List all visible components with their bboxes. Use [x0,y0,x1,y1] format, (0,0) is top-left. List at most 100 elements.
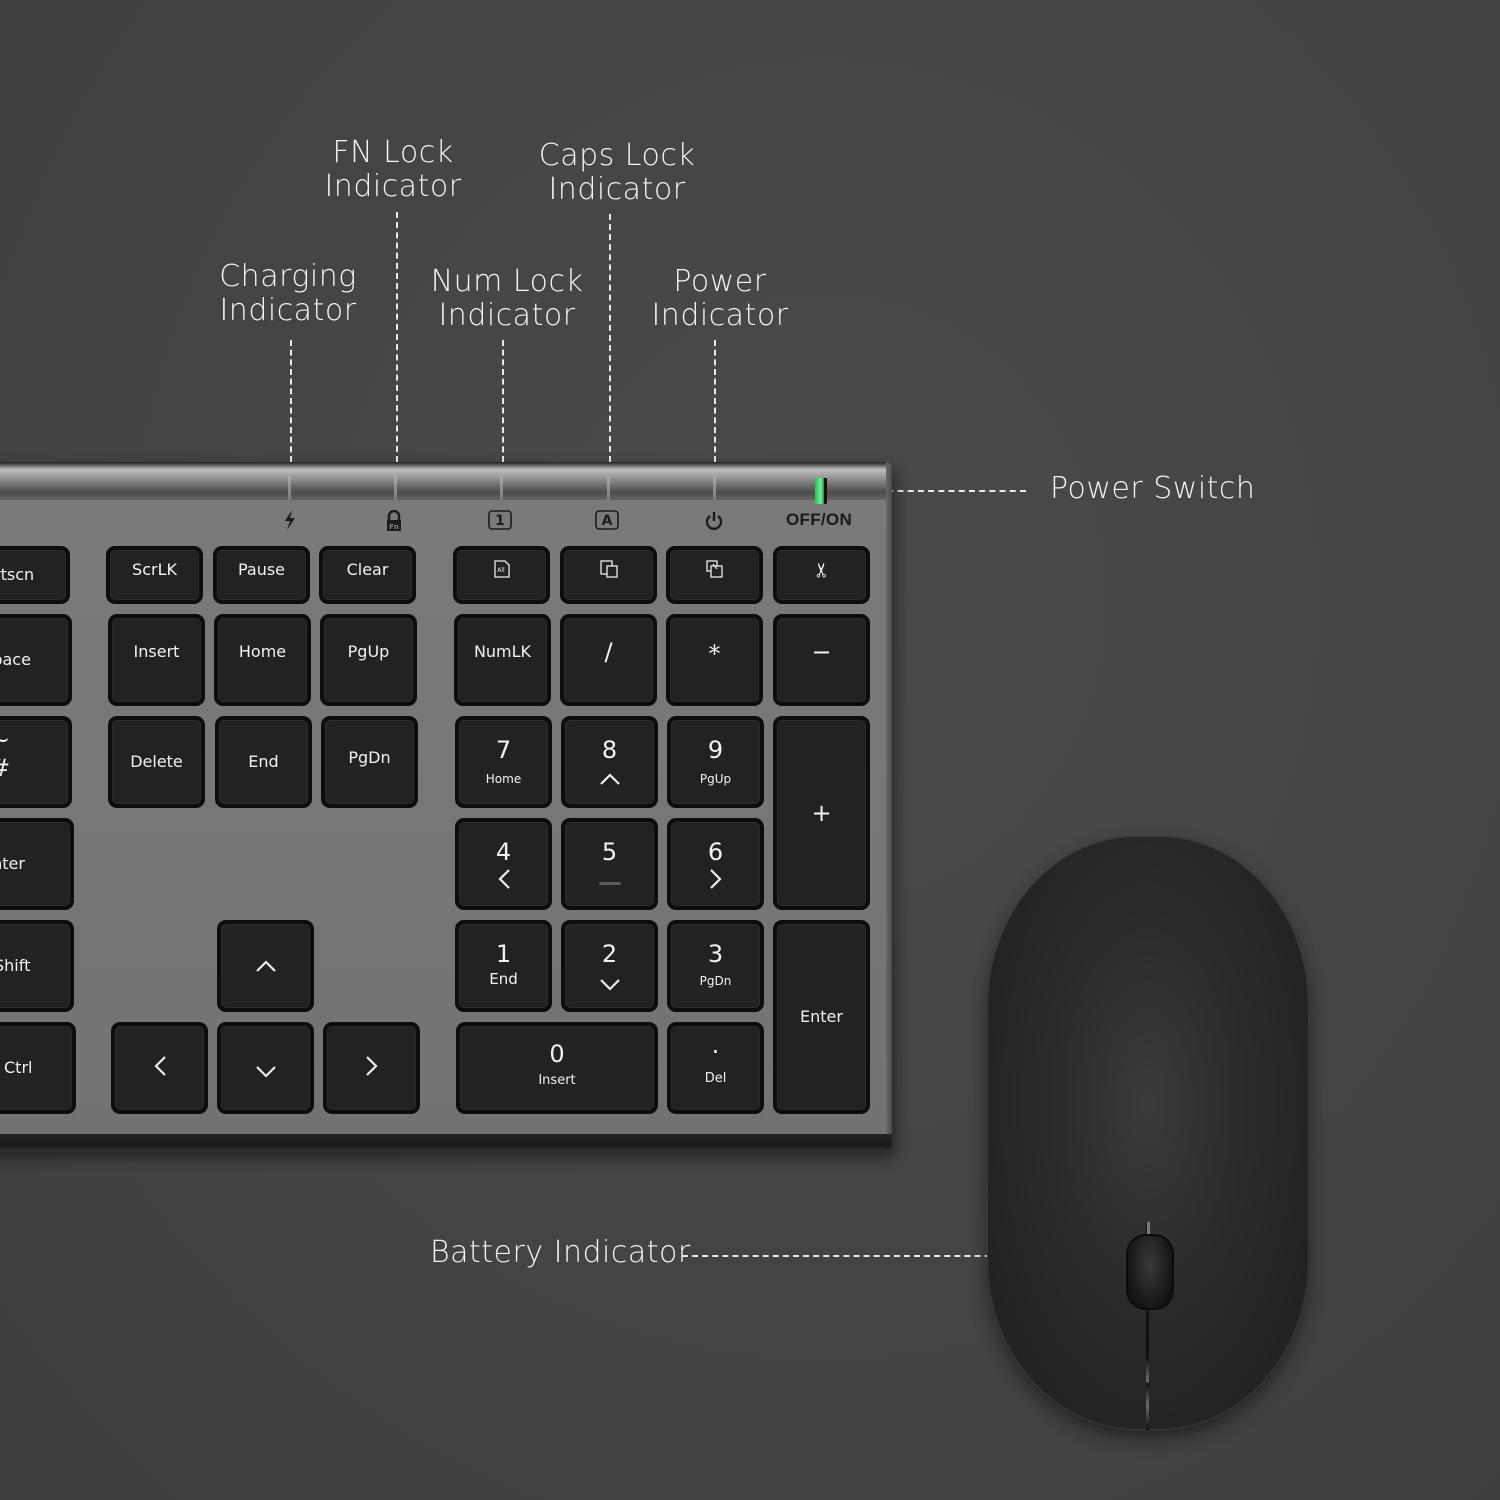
svg-text:Fn: Fn [389,523,399,531]
key-prtscn[interactable]: rtscn [0,546,70,604]
key-numpad-3-label: 3 [707,940,724,968]
key-numpad-2-label: 2 [601,940,618,968]
key-multiply[interactable]: * [666,614,763,706]
key-shift-label: Shift [0,956,31,975]
key-pause[interactable]: Pause [213,546,310,604]
arrow-down-icon [599,976,621,995]
power-switch-label: OFF/ON [786,510,853,529]
svg-text:1: 1 [495,513,505,529]
key-numpad-9-label: 9 [707,736,724,764]
power-leader-line [714,340,716,462]
power-switch[interactable] [815,478,827,504]
key-scrlk[interactable]: ScrLK [106,546,203,604]
key-ctrl[interactable]: Ctrl [0,1022,76,1114]
key-arrow-right[interactable] [323,1022,420,1114]
charging-icon [278,510,302,534]
key-divide-label: / [604,638,613,666]
fn-lock-led [394,476,397,502]
key-numpad-6[interactable]: 6 [667,818,764,910]
fn-lock-callout-line1: FN Lock [332,135,454,170]
paste-icon [705,560,724,582]
key-hash-bottom-label: # [0,754,10,782]
key-numpad-6-label: 6 [707,838,724,866]
key-numlk-label: NumLK [473,642,532,661]
key-clear-label: Clear [346,560,389,579]
charging-callout-line1: Charging [219,259,357,294]
svg-text:A: A [602,513,613,529]
caps-lock-led [607,476,610,502]
key-arrow-down[interactable] [217,1022,314,1114]
num-lock-leader-line [502,340,504,462]
select-all-icon: All [493,560,510,582]
num-lock-callout-line2: Indicator [438,298,576,333]
key-numpad-2[interactable]: 2 [561,920,658,1012]
charging-led [288,476,291,502]
key-pgup-label: PgUp [347,642,390,661]
keyboard-bottom-rim [0,1134,892,1152]
key-pgdn-label: PgDn [348,748,391,767]
key-arrow-left[interactable] [111,1022,208,1114]
key-pgup[interactable]: PgUp [320,614,417,706]
key-numlk[interactable]: NumLK [454,614,551,706]
key-numpad-1[interactable]: 1 End [455,920,552,1012]
key-minus[interactable]: − [773,614,870,706]
key-numpad-0[interactable]: 0 Insert [456,1022,658,1114]
key-prtscn-label: rtscn [0,565,35,584]
key-numpad-8[interactable]: 8 [561,716,658,808]
arrow-left-icon [497,868,511,894]
key-enter-label: Enter [0,854,25,873]
scroll-wheel[interactable] [1128,1236,1172,1308]
arrow-right-key-icon [365,1055,379,1081]
power-icon [702,510,726,534]
key-multiply-label: * [708,640,721,668]
key-end[interactable]: End [215,716,312,808]
key-paste[interactable] [666,546,763,604]
arrow-up-key-icon [255,957,277,976]
key-pgdn[interactable]: PgDn [321,716,418,808]
key-numpad-1-sub: End [489,970,518,988]
key-numpad-9-sub: PgUp [699,772,732,786]
caps-lock-icon: A [595,510,619,534]
key-home[interactable]: Home [214,614,311,706]
key-numpad-7[interactable]: 7 Home [455,716,552,808]
charging-callout: Charging Indicator [208,260,368,328]
key-numpad-dot[interactable]: · Del [667,1022,764,1114]
key-clear[interactable]: Clear [319,546,416,604]
key-numpad-3-sub: PgDn [699,974,732,988]
key-pause-label: Pause [237,560,286,579]
key-numpad-5-dash [598,882,621,885]
key-cut[interactable]: ✂ [773,546,870,604]
key-numpad-plus[interactable]: + [773,716,870,910]
power-callout-line2: Indicator [651,298,789,333]
key-hash[interactable]: ~ # [0,716,72,808]
mouse-seam-bottom [1146,1308,1149,1430]
key-numpad-4[interactable]: 4 [455,818,552,910]
key-divide[interactable]: / [560,614,657,706]
power-callout-line1: Power [673,264,767,299]
key-arrow-up[interactable] [217,920,314,1012]
arrow-up-icon [599,770,621,789]
fn-lock-callout: FN Lock Indicator [318,136,468,204]
key-numpad-1-label: 1 [495,940,512,968]
charging-callout-line2: Indicator [219,293,357,328]
key-numpad-7-sub: Home [485,772,522,786]
key-numpad-5[interactable]: 5 [561,818,658,910]
arrow-down-key-icon [255,1063,277,1082]
key-numpad-3[interactable]: 3 PgDn [667,920,764,1012]
key-copy[interactable] [560,546,657,604]
key-backspace[interactable]: space [0,614,72,706]
key-insert-label: Insert [133,642,180,661]
key-enter[interactable]: Enter [0,818,74,910]
key-numpad-enter[interactable]: Enter [773,920,870,1114]
power-led [713,476,716,502]
key-numpad-9[interactable]: 9 PgUp [667,716,764,808]
key-numpad-dot-sub: Del [704,1071,727,1086]
key-delete[interactable]: Delete [108,716,205,808]
key-insert[interactable]: Insert [108,614,205,706]
key-select-all[interactable]: All [453,546,550,604]
fn-lock-leader-line [396,212,398,462]
key-shift[interactable]: Shift [0,920,74,1012]
key-end-label: End [248,752,279,771]
key-hash-top-label: ~ [0,726,11,754]
keyboard-right-edge [886,462,892,1152]
